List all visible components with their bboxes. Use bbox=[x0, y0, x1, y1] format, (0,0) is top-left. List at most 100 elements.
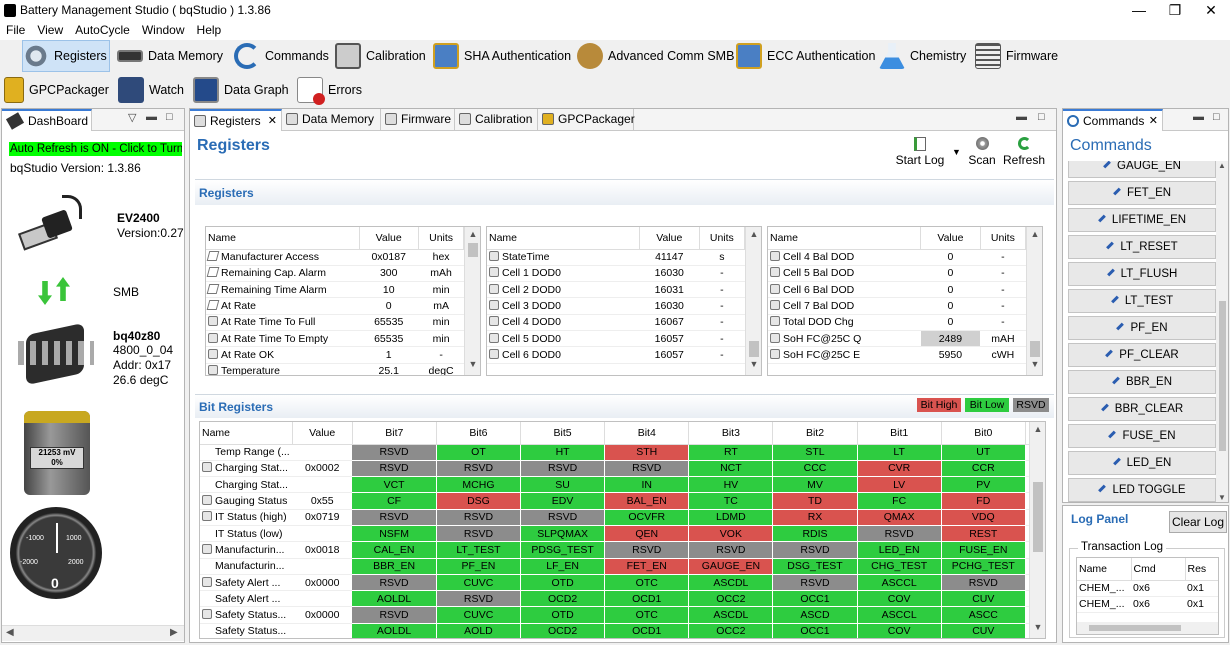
register-row[interactable]: Temperature 25.1 degC bbox=[206, 363, 480, 375]
register-row[interactable]: Cell 4 DOD0 16067- bbox=[487, 314, 761, 331]
bit-cell[interactable]: OCC2 bbox=[688, 590, 774, 608]
toolbar-chemistry[interactable]: Chemistry bbox=[879, 40, 966, 72]
bit-cell[interactable]: CHG_TEST bbox=[857, 558, 942, 575]
register-row[interactable]: SoH FC@25C Q 2489 mAH bbox=[768, 330, 1042, 348]
bit-cell[interactable]: BBR_EN bbox=[352, 558, 437, 575]
bit-cell[interactable]: OTC bbox=[604, 574, 690, 592]
bit-cell[interactable]: RDIS bbox=[772, 525, 858, 543]
bit-cell[interactable]: CUV bbox=[941, 590, 1026, 608]
toolbar-data-memory[interactable]: Data Memory bbox=[117, 40, 223, 72]
bit-cell[interactable]: RSVD bbox=[352, 509, 437, 526]
bit-cell[interactable]: PF_EN bbox=[436, 558, 522, 575]
register-row[interactable]: Manufacturer Access 0x0187 hex bbox=[206, 249, 480, 266]
toolbar-watch[interactable]: Watch bbox=[118, 74, 184, 106]
bit-cell[interactable]: RSVD bbox=[436, 525, 522, 543]
minimize-view-icon[interactable]: ▬ bbox=[1193, 111, 1204, 123]
register-row[interactable]: Cell 1 DOD0 16030- bbox=[487, 265, 761, 283]
register-row[interactable]: Cell 6 DOD0 16057- bbox=[487, 346, 761, 364]
log-hscrollbar[interactable] bbox=[1077, 622, 1218, 634]
bit-cell[interactable]: OTD bbox=[520, 606, 606, 624]
bit-cell[interactable]: TD bbox=[772, 492, 858, 510]
bit-cell[interactable]: GAUGE_EN bbox=[688, 558, 774, 575]
bit-cell[interactable]: CAL_EN bbox=[352, 541, 437, 559]
view-menu-icon[interactable]: ▽ bbox=[128, 111, 136, 124]
bit-cell[interactable]: CCR bbox=[941, 460, 1026, 478]
register-row[interactable]: Remaining Cap. Alarm 300 mAh bbox=[206, 265, 480, 283]
register-row[interactable]: At Rate OK 1- bbox=[206, 346, 480, 364]
bit-table-scrollbar[interactable]: ▲ ▼ bbox=[1029, 422, 1045, 638]
bit-cell[interactable]: CF bbox=[352, 492, 437, 510]
bit-cell[interactable]: OCC2 bbox=[688, 623, 774, 638]
log-row[interactable]: CHEM_... 0x6 0x1 bbox=[1077, 596, 1218, 614]
register-row[interactable]: Total DOD Chg 0- bbox=[768, 314, 1042, 331]
maximize-view-icon[interactable]: □ bbox=[1038, 111, 1045, 123]
bit-cell[interactable]: PCHG_TEST bbox=[941, 558, 1026, 575]
toolbar-registers[interactable]: Registers bbox=[22, 40, 110, 72]
bit-cell[interactable]: CUVC bbox=[436, 574, 522, 592]
bit-cell[interactable]: REST bbox=[941, 525, 1026, 543]
bit-cell[interactable]: RSVD bbox=[857, 525, 942, 543]
toolbar-gpcpackager[interactable]: GPCPackager bbox=[4, 74, 109, 106]
tab-gpcpackager[interactable]: GPCPackager bbox=[538, 109, 635, 131]
tab-dashboard[interactable]: DashBoard bbox=[2, 109, 92, 131]
start-log-dropdown-icon[interactable]: ▼ bbox=[952, 147, 961, 157]
bit-cell[interactable]: ASCDL bbox=[688, 574, 774, 592]
bit-register-row[interactable]: Manufacturin... BBR_EN PF_EN LF_EN FET_EN GAU… bbox=[200, 558, 1045, 575]
bit-cell[interactable]: RX bbox=[772, 509, 858, 526]
register-row[interactable]: At Rate 0 mA bbox=[206, 297, 480, 315]
bit-register-row[interactable]: Safety Alert ... AOLDL RSVD OCD2 OCD1 OCC2 OCC… bbox=[200, 590, 1045, 608]
bit-cell[interactable]: IN bbox=[604, 476, 690, 494]
bit-cell[interactable]: RSVD bbox=[604, 541, 690, 559]
bit-cell[interactable]: OTC bbox=[604, 606, 690, 624]
register-table-2-scrollbar[interactable]: ▲ ▼ bbox=[745, 227, 761, 375]
bit-cell[interactable]: AOLDL bbox=[352, 623, 437, 638]
bit-cell[interactable]: OCD2 bbox=[520, 623, 606, 638]
minimize-view-icon[interactable]: ▬ bbox=[146, 111, 157, 123]
command-button-pf-en[interactable]: PF_EN bbox=[1068, 316, 1216, 340]
command-button-fuse-en[interactable]: FUSE_EN bbox=[1068, 424, 1216, 448]
menu-window[interactable]: Window bbox=[136, 22, 191, 38]
menu-file[interactable]: File bbox=[0, 22, 31, 38]
register-row[interactable]: SoH FC@25C E 5950 cWH bbox=[768, 346, 1042, 364]
toolbar-errors[interactable]: Errors bbox=[297, 74, 362, 106]
bit-cell[interactable]: QEN bbox=[604, 525, 690, 543]
bit-cell[interactable]: OT bbox=[436, 444, 522, 461]
clear-log-button[interactable]: Clear Log bbox=[1169, 511, 1227, 533]
command-button-lt-flush[interactable]: LT_FLUSH bbox=[1068, 262, 1216, 286]
bit-cell[interactable]: NSFM bbox=[352, 525, 437, 543]
start-log-button[interactable]: Start Log bbox=[892, 137, 948, 171]
menu-help[interactable]: Help bbox=[191, 22, 228, 38]
bit-cell[interactable]: OCVFR bbox=[604, 509, 690, 526]
bit-cell[interactable]: RSVD bbox=[604, 460, 690, 478]
command-button-lt-test[interactable]: LT_TEST bbox=[1068, 289, 1216, 313]
bit-cell[interactable]: DSG bbox=[436, 492, 522, 510]
toolbar-ecc-authentication[interactable]: ECC Authentication bbox=[736, 40, 875, 72]
bit-register-row[interactable]: Safety Alert ... 0x0000 RSVD CUVC OTD OTC ASCD… bbox=[200, 574, 1045, 592]
bit-cell[interactable]: EDV bbox=[520, 492, 606, 510]
bit-cell[interactable]: ASCCL bbox=[857, 606, 942, 624]
bit-cell[interactable]: LT bbox=[857, 444, 942, 461]
auto-refresh-toggle[interactable]: Auto Refresh is ON - Click to Turn bbox=[9, 142, 182, 156]
register-row[interactable]: Cell 3 DOD0 16030- bbox=[487, 297, 761, 315]
bit-cell[interactable]: AOLD bbox=[436, 623, 522, 638]
bit-cell[interactable]: RSVD bbox=[772, 541, 858, 559]
bit-cell[interactable]: UT bbox=[941, 444, 1026, 461]
bit-cell[interactable]: QMAX bbox=[857, 509, 942, 526]
bit-cell[interactable]: RSVD bbox=[941, 574, 1026, 592]
bit-cell[interactable]: STL bbox=[772, 444, 858, 461]
bit-cell[interactable]: PV bbox=[941, 476, 1026, 494]
bit-cell[interactable]: HV bbox=[688, 476, 774, 494]
bit-cell[interactable]: TC bbox=[688, 492, 774, 510]
close-tab-icon[interactable]: ✕ bbox=[1149, 111, 1158, 131]
register-row[interactable]: Remaining Time Alarm 10 min bbox=[206, 281, 480, 299]
bit-cell[interactable]: AOLDL bbox=[352, 590, 437, 608]
bit-cell[interactable]: RSVD bbox=[520, 460, 606, 478]
bit-cell[interactable]: ASCD bbox=[772, 606, 858, 624]
bit-cell[interactable]: OCD1 bbox=[604, 623, 690, 638]
bit-cell[interactable]: ASCCL bbox=[857, 574, 942, 592]
bit-cell[interactable]: COV bbox=[857, 590, 942, 608]
bit-cell[interactable]: COV bbox=[857, 623, 942, 638]
bit-register-row[interactable]: IT Status (high) 0x0719 RSVD RSVD RSVD OCVFR L… bbox=[200, 509, 1045, 526]
bit-register-row[interactable]: IT Status (low) NSFM RSVD SLPQMAX QEN VOK RDIS… bbox=[200, 525, 1045, 543]
register-row[interactable]: Cell 2 DOD0 16031- bbox=[487, 281, 761, 299]
